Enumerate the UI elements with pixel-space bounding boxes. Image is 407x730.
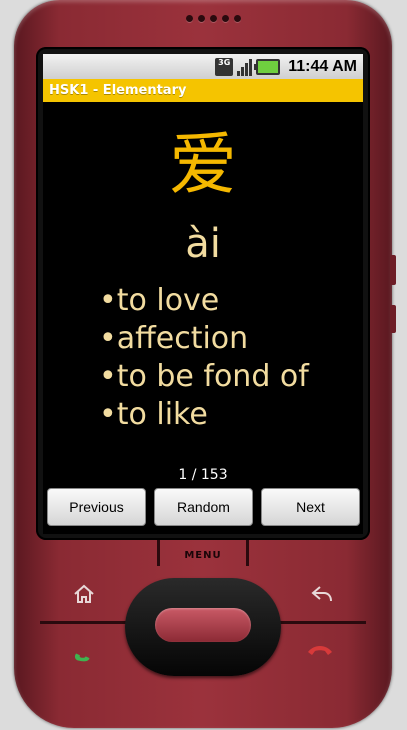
keypad-divider-left xyxy=(40,621,136,624)
end-call-icon[interactable] xyxy=(306,640,334,666)
hanzi-character: 爱 xyxy=(168,126,237,205)
status-time: 11:44 AM xyxy=(288,57,357,75)
meaning-item: to like xyxy=(99,396,309,434)
app-title-bar: HSK1 - Elementary xyxy=(43,79,363,102)
meaning-item: to love xyxy=(99,282,309,320)
next-button[interactable]: Next xyxy=(261,488,360,526)
pinyin-text: ài xyxy=(185,221,221,267)
volume-down-button[interactable] xyxy=(390,305,396,333)
back-icon[interactable] xyxy=(310,582,334,612)
keypad-divider-right xyxy=(270,621,366,624)
call-icon[interactable] xyxy=(70,640,96,670)
screen: 3G 11:44 AM HSK1 - Elementary 爱 ài to lo… xyxy=(43,54,363,534)
menu-label: MENU xyxy=(184,550,222,561)
navigation-buttons: Previous Random Next xyxy=(47,488,361,526)
meaning-item: to be fond of xyxy=(99,358,309,396)
random-button[interactable]: Random xyxy=(154,488,253,526)
status-bar: 3G 11:44 AM xyxy=(43,54,363,79)
signal-icon xyxy=(237,58,253,76)
card-counter: 1 / 153 xyxy=(178,467,228,483)
home-icon[interactable] xyxy=(72,582,96,612)
trackball-center-button[interactable] xyxy=(155,608,251,642)
speaker-grille xyxy=(186,15,241,22)
network-label: 3G xyxy=(218,57,231,67)
menu-button[interactable]: MENU xyxy=(157,540,249,566)
volume-up-button[interactable] xyxy=(390,255,396,285)
meaning-item: affection xyxy=(99,320,309,358)
meanings-list: to love affection to be fond of to like xyxy=(99,282,309,434)
trackball-dpad[interactable] xyxy=(125,578,281,676)
battery-icon xyxy=(254,58,281,75)
3g-icon: 3G xyxy=(215,57,234,76)
previous-button[interactable]: Previous xyxy=(47,488,146,526)
